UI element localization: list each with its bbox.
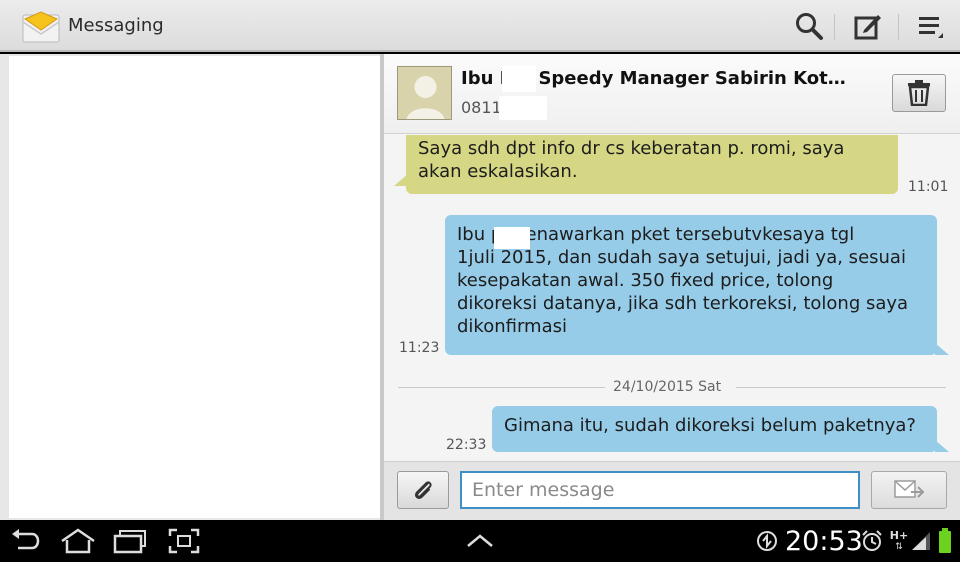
bubble-tail	[935, 440, 949, 452]
incoming-message-bubble[interactable]: Saya sdh dpt info dr cs keberatan p. rom…	[406, 135, 898, 194]
up-arrow-button[interactable]	[462, 525, 498, 557]
search-button[interactable]	[787, 6, 831, 46]
message-time: 11:01	[908, 179, 949, 195]
delete-conversation-button[interactable]	[892, 74, 946, 112]
redaction-block	[494, 227, 530, 249]
bubble-tail	[935, 343, 949, 355]
message-time: 22:33	[446, 437, 487, 453]
menu-icon	[919, 17, 943, 38]
message-thread[interactable]: Saya sdh dpt info dr cs keberatan p. rom…	[384, 135, 960, 461]
bubble-tail	[394, 174, 408, 186]
compose-bar	[384, 461, 960, 520]
compose-icon	[854, 15, 881, 40]
data-arrows-icon: ⇅	[895, 542, 903, 552]
trash-icon	[908, 80, 930, 106]
home-icon	[61, 528, 95, 554]
paperclip-icon	[414, 481, 432, 499]
action-bar-divider	[834, 14, 835, 40]
conversation-list-pane	[0, 54, 382, 520]
signal-bars-icon	[910, 525, 932, 557]
hplus-signal-icon: H+ ⇅	[888, 525, 910, 557]
conversation-pane: Ibu F K Speedy Manager Sabirin Kot… 0811…	[384, 54, 960, 520]
avatar[interactable]	[397, 66, 452, 120]
battery-icon	[936, 525, 954, 557]
separator-line	[398, 387, 605, 388]
screenshot-icon	[168, 528, 200, 554]
message-line: Saya sdh dpt info dr cs keberatan p. rom…	[418, 138, 845, 159]
search-icon	[796, 13, 823, 40]
action-bar: Messaging	[0, 0, 960, 52]
alarm-icon	[860, 525, 884, 557]
back-icon	[12, 529, 40, 550]
network-type-label: H+	[889, 529, 909, 542]
message-line: Gimana itu, sudah dikoreksi belum paketn…	[504, 415, 916, 436]
sync-icon	[755, 525, 779, 557]
home-button[interactable]	[58, 525, 98, 557]
redaction-block	[499, 96, 547, 120]
app-title: Messaging	[68, 15, 164, 36]
message-line: dikoreksi datanya, jika sdh terkoreksi, …	[457, 293, 909, 314]
redaction-block	[502, 66, 536, 92]
message-input[interactable]	[460, 471, 860, 509]
recent-apps-icon	[113, 530, 146, 554]
system-bar: 20:53 H+ ⇅	[0, 520, 960, 562]
attach-button[interactable]	[397, 471, 449, 509]
compose-button[interactable]	[846, 6, 890, 46]
message-time: 11:23	[399, 340, 440, 356]
send-icon	[894, 480, 924, 498]
recent-apps-button[interactable]	[112, 525, 148, 557]
contact-header: Ibu F K Speedy Manager Sabirin Kot… 0811…	[384, 54, 960, 134]
envelope-icon	[22, 10, 60, 44]
message-line: akan eskalasikan.	[418, 161, 578, 182]
outgoing-message-bubble[interactable]: Gimana itu, sudah dikoreksi belum paketn…	[492, 406, 937, 452]
message-line: dikonfirmasi	[457, 316, 567, 337]
clock: 20:53	[785, 526, 863, 557]
person-silhouette-icon	[398, 67, 451, 119]
action-bar-divider	[898, 14, 899, 40]
message-line: kesepakatan awal. 350 fixed price, tolon…	[457, 270, 834, 291]
up-arrow-icon	[467, 534, 493, 547]
conversation-list[interactable]	[9, 56, 380, 518]
back-button[interactable]	[8, 525, 44, 557]
message-line: 1juli 2015, dan sudah saya setujui, jadi…	[457, 247, 906, 268]
date-separator-label: 24/10/2015 Sat	[613, 379, 722, 395]
screenshot-button[interactable]	[166, 525, 202, 557]
send-button[interactable]	[871, 471, 947, 509]
overflow-menu-button[interactable]	[908, 6, 952, 46]
separator-line	[736, 387, 946, 388]
date-separator: 24/10/2015 Sat	[398, 379, 946, 395]
